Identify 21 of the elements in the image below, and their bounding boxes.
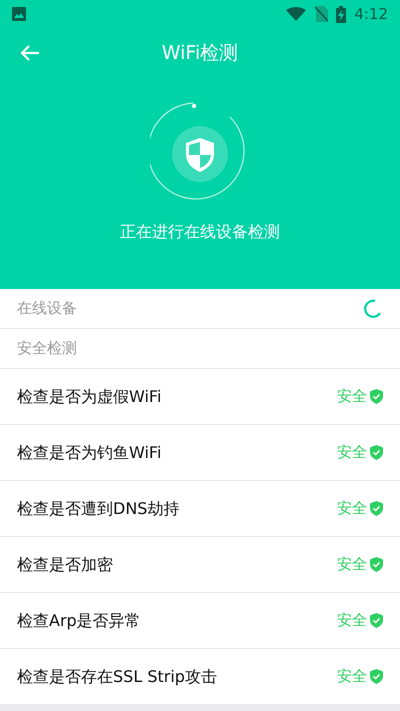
- check-label: 检查Arp是否异常: [17, 610, 142, 632]
- section-label: 安全检测: [17, 338, 78, 360]
- check-result: 安全: [337, 386, 367, 408]
- page-title: WiFi检测: [162, 40, 238, 66]
- wifi-icon: [286, 7, 306, 21]
- no-sim-icon: [314, 6, 328, 22]
- check-label: 检查是否为钓鱼WiFi: [17, 442, 162, 464]
- check-label: 检查是否遭到DNS劫持: [17, 498, 180, 520]
- section-label: 在线设备: [17, 298, 78, 320]
- check-result: 安全: [337, 554, 367, 576]
- check-result: 安全: [337, 498, 367, 520]
- check-result: 安全: [337, 610, 367, 632]
- scan-status-text: 正在进行在线设备检测: [119, 221, 281, 243]
- check-label: 检查是否为虚假WiFi: [17, 386, 162, 408]
- check-result: 安全: [337, 442, 367, 464]
- check-result: 安全: [337, 666, 367, 688]
- check-label: 检查是否加密: [17, 554, 114, 576]
- image-icon: [12, 7, 26, 21]
- battery-charging-icon: [336, 6, 346, 22]
- check-label: 检查是否存在SSL Strip攻击: [17, 666, 218, 688]
- clock-time: 4:12: [354, 4, 388, 25]
